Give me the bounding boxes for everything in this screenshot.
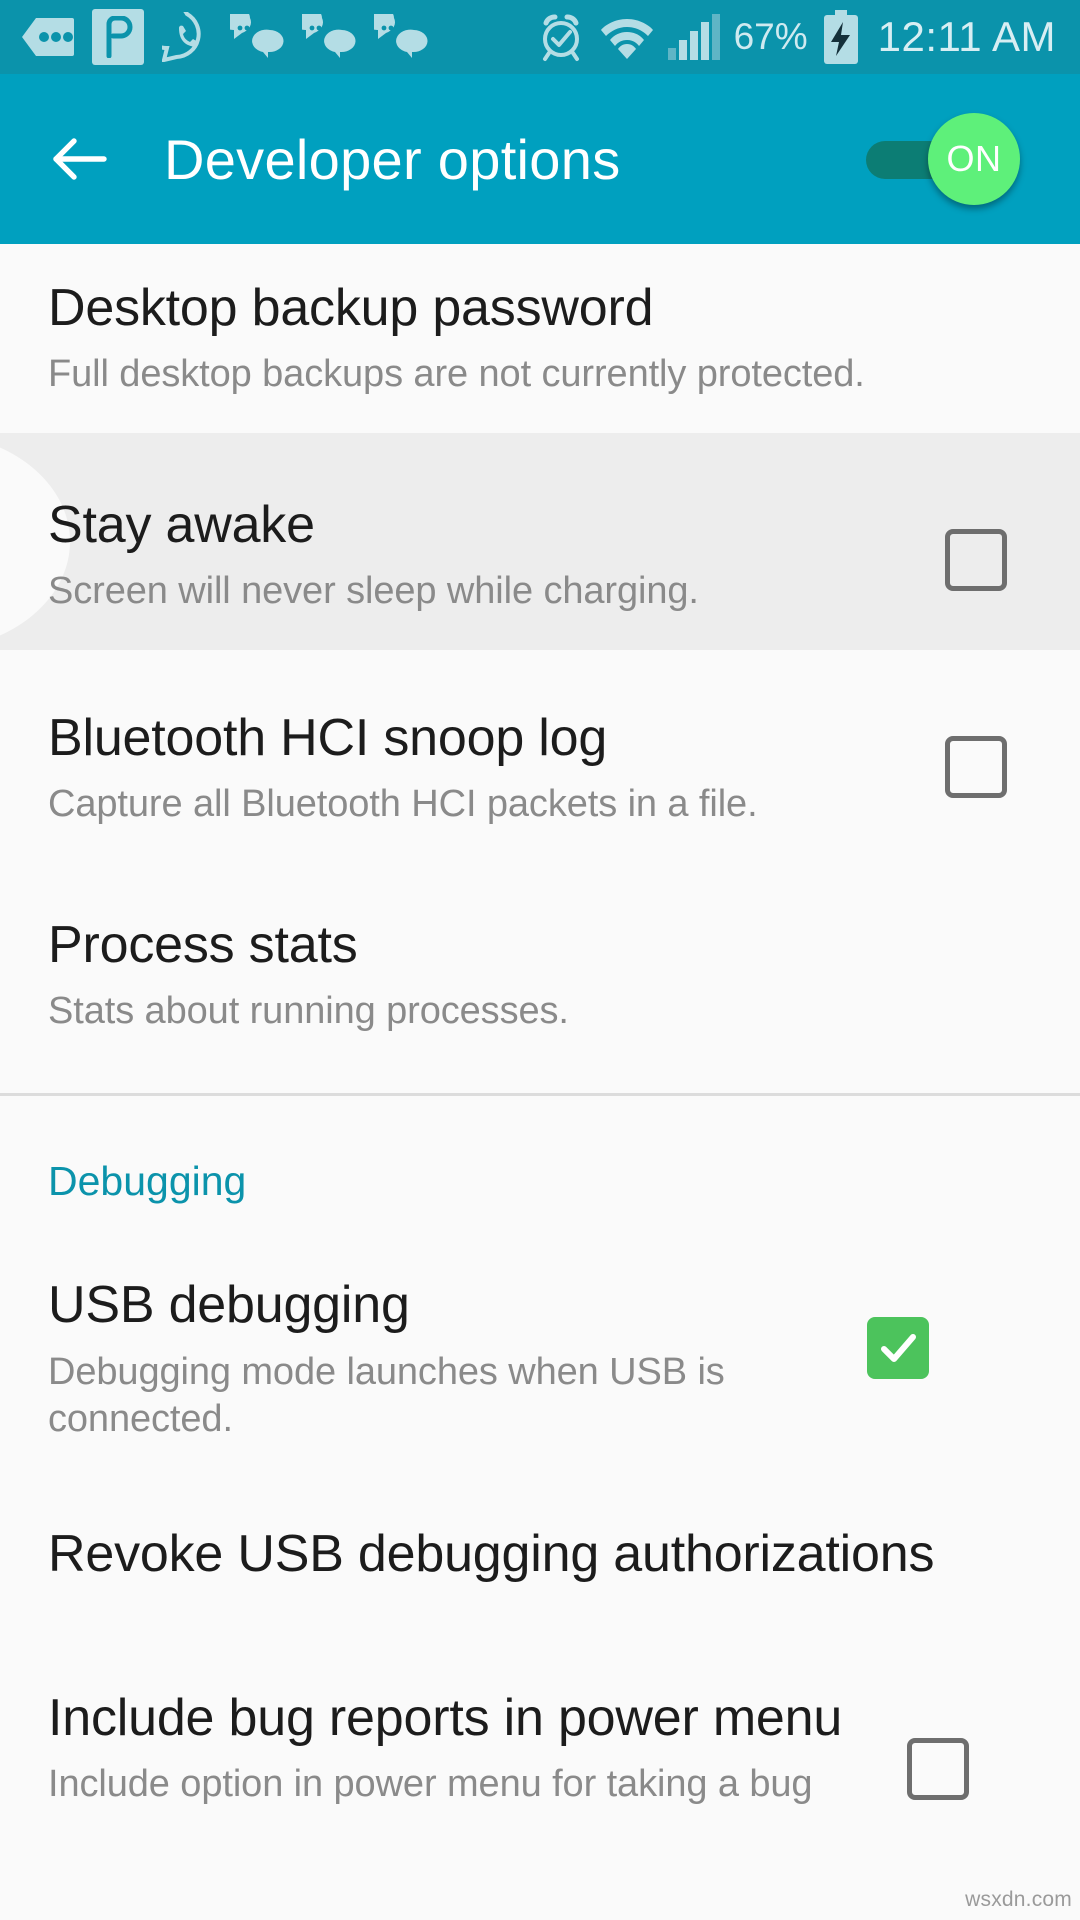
list-item-subtitle: Capture all Bluetooth HCI packets in a f…	[48, 783, 758, 826]
list-item-subtitle: Debugging mode launches when USB is conn…	[48, 1350, 725, 1441]
developer-options-master-toggle[interactable]: ON	[860, 113, 1020, 205]
list-item-title: USB debugging	[48, 1276, 410, 1335]
checkmark-icon	[881, 1334, 916, 1363]
bluetooth-hci-snoop-log-checkbox[interactable]	[945, 735, 1007, 798]
usb-debugging-checkbox[interactable]	[867, 1317, 929, 1380]
list-item-title: Bluetooth HCI snoop log	[48, 708, 608, 767]
watermark: wsxdn.com	[965, 1888, 1072, 1911]
status-bar-notification-icons	[22, 9, 536, 65]
chat-bubble-icon	[374, 14, 428, 58]
more-notifications-icon	[22, 18, 74, 56]
list-item-text: Bluetooth HCI snoop log Capture all Blue…	[48, 684, 916, 829]
list-item-text: Stay awake Screen will never sleep while…	[48, 467, 916, 616]
list-item-text: Include bug reports in power menu Includ…	[48, 1688, 878, 1809]
list-item-control	[838, 1275, 958, 1380]
list-item-subtitle: Full desktop backups are not currently p…	[48, 353, 865, 396]
settings-list: Desktop backup password Full desktop bac…	[0, 244, 1080, 1843]
chat-bubble-icon	[230, 14, 284, 58]
wifi-icon	[600, 19, 653, 59]
list-item-stay-awake[interactable]: Stay awake Screen will never sleep while…	[0, 432, 1080, 650]
list-item-title: Process stats	[48, 915, 358, 974]
clock-label: 12:11 AM	[877, 13, 1056, 60]
list-item-text: Revoke USB debugging authorizations	[48, 1524, 1036, 1585]
whatsapp-icon	[162, 12, 201, 62]
list-item-control	[916, 684, 1036, 798]
section-header-label: Debugging	[48, 1158, 247, 1205]
list-item-title: Stay awake	[48, 495, 315, 554]
app-p-icon	[92, 9, 144, 65]
include-bug-reports-checkbox[interactable]	[907, 1737, 969, 1800]
list-item-subtitle: Screen will never sleep while charging.	[48, 570, 699, 613]
list-item-text: USB debugging Debugging mode launches wh…	[48, 1275, 838, 1443]
battery-percent-label: 67%	[733, 16, 808, 57]
list-item-desktop-backup-password[interactable]: Desktop backup password Full desktop bac…	[0, 244, 1080, 433]
section-header-debugging: Debugging	[0, 1096, 1080, 1241]
phone-screen: 67% 12:11 AM Developer options ON Deskto…	[0, 0, 1080, 1920]
chat-bubble-icon	[302, 14, 356, 58]
list-item-subtitle: Include option in power menu for taking …	[48, 1763, 813, 1806]
list-item-include-bug-reports[interactable]: Include bug reports in power menu Includ…	[0, 1654, 1080, 1843]
alarm-clock-icon	[542, 14, 579, 61]
list-item-process-stats[interactable]: Process stats Stats about running proces…	[0, 863, 1080, 1070]
page-title: Developer options	[164, 127, 621, 191]
list-item-control	[916, 467, 1036, 591]
list-item-text: Desktop backup password Full desktop bac…	[48, 278, 1036, 399]
status-bar: 67% 12:11 AM	[0, 0, 1080, 74]
back-arrow-icon[interactable]	[44, 123, 116, 195]
toggle-state-label: ON	[946, 138, 1002, 179]
status-bar-system-icons: 67% 12:11 AM	[536, 10, 1062, 64]
list-item-usb-debugging[interactable]: USB debugging Debugging mode launches wh…	[0, 1241, 1080, 1477]
action-bar: Developer options ON	[0, 74, 1080, 244]
cellular-signal-icon	[667, 14, 720, 60]
list-item-subtitle: Stats about running processes.	[48, 989, 569, 1032]
list-item-bluetooth-hci-snoop-log[interactable]: Bluetooth HCI snoop log Capture all Blue…	[0, 650, 1080, 863]
list-item-control	[878, 1688, 998, 1800]
stay-awake-checkbox[interactable]	[945, 528, 1007, 591]
list-item-text: Process stats Stats about running proces…	[48, 897, 1036, 1036]
list-item-revoke-usb-debugging-authorizations[interactable]: Revoke USB debugging authorizations	[0, 1478, 1080, 1654]
battery-charging-icon	[823, 10, 858, 64]
list-item-title: Desktop backup password	[48, 279, 654, 337]
list-item-title: Include bug reports in power menu	[48, 1688, 843, 1747]
list-item-title: Revoke USB debugging authorizations	[48, 1524, 935, 1583]
toggle-thumb: ON	[928, 113, 1020, 205]
